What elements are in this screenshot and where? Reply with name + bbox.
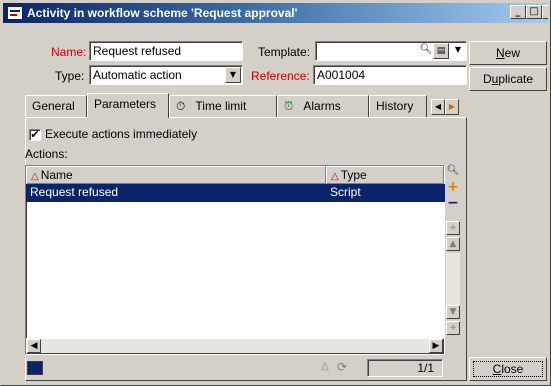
sort-icon: △: [321, 361, 329, 372]
alarm-clock-icon: ⏰︎: [284, 99, 294, 113]
table-row[interactable]: Request refused Script: [26, 184, 446, 202]
horizontal-scrollbar[interactable]: ◀ ▶: [26, 338, 444, 354]
scroll-left-button[interactable]: ◀: [27, 339, 41, 353]
dialog-window: Activity in workflow scheme 'Request app…: [0, 0, 551, 386]
type-label: Type:: [55, 69, 85, 83]
scroll-right-button[interactable]: ▶: [429, 339, 443, 353]
sort-icon: △: [331, 171, 339, 182]
tab-history[interactable]: History: [369, 95, 427, 117]
tab-scroll-left-button[interactable]: ◀: [431, 99, 445, 115]
plus-icon[interactable]: +: [446, 180, 460, 195]
template-label: Template:: [258, 45, 311, 59]
name-field[interactable]: Request refused: [89, 41, 243, 61]
minimize-button[interactable]: _: [510, 5, 526, 19]
row-name-cell: Request refused: [30, 185, 119, 199]
magnifier-icon[interactable]: 🔍︎: [418, 43, 434, 59]
refresh-icon[interactable]: ⟳: [337, 360, 347, 374]
grid-view-icon[interactable]: [27, 361, 43, 375]
actions-table[interactable]: △ Name △ Type Request refused Script ◀ ▶: [25, 165, 446, 355]
chevron-down-icon[interactable]: ▼: [450, 43, 466, 59]
record-counter: 1/1: [367, 359, 443, 377]
scroll-down-button[interactable]: ▼: [446, 305, 460, 319]
execute-checkbox[interactable]: ✔: [29, 129, 41, 141]
sort-icon: △: [31, 171, 39, 182]
chevron-down-icon[interactable]: ▼: [225, 67, 241, 83]
row-type-cell: Script: [330, 185, 361, 199]
column-header-type[interactable]: △ Type: [326, 166, 444, 184]
window-title: Activity in workflow scheme 'Request app…: [27, 6, 298, 20]
column-header-name[interactable]: △ Name: [26, 166, 326, 184]
tab-time-limit[interactable]: ⏱︎ Time limit: [169, 95, 277, 117]
name-label: Name:: [51, 45, 87, 59]
close-window-button[interactable]: [542, 5, 548, 19]
actions-label: Actions:: [25, 147, 68, 161]
minus-icon[interactable]: −: [446, 196, 460, 211]
list-side-toolbar: 🔍︎ + − + ▲ ▼ +: [445, 165, 461, 355]
zoom-out-icon[interactable]: +: [446, 321, 460, 335]
scroll-up-button[interactable]: ▲: [446, 237, 460, 251]
reference-field[interactable]: A001004: [313, 65, 467, 85]
tab-parameters[interactable]: Parameters: [87, 93, 169, 118]
new-button[interactable]: New: [469, 41, 547, 65]
execute-checkbox-label: Execute actions immediately: [45, 127, 198, 141]
duplicate-button[interactable]: Duplicate: [469, 67, 547, 91]
zoom-in-icon[interactable]: +: [446, 221, 460, 235]
tab-general[interactable]: General: [25, 95, 87, 117]
close-button[interactable]: Close: [469, 357, 547, 381]
tab-alarms[interactable]: ⏰︎ Alarms: [277, 95, 369, 117]
vertical-scroll-track[interactable]: [446, 253, 460, 305]
title-bar[interactable]: Activity in workflow scheme 'Request app…: [3, 3, 548, 23]
tab-scroll-right-button[interactable]: ▶: [445, 99, 459, 115]
maximize-button[interactable]: □: [526, 5, 542, 19]
detail-icon[interactable]: ▤: [433, 43, 449, 59]
stopwatch-icon: ⏱︎: [176, 99, 186, 113]
magnifier-icon[interactable]: 🔍︎: [446, 165, 460, 179]
workflow-icon: [7, 6, 23, 20]
type-select[interactable]: Automatic action: [89, 65, 243, 85]
reference-label: Reference:: [251, 69, 310, 83]
status-bar: △ ⟳ 1/1: [25, 359, 445, 379]
